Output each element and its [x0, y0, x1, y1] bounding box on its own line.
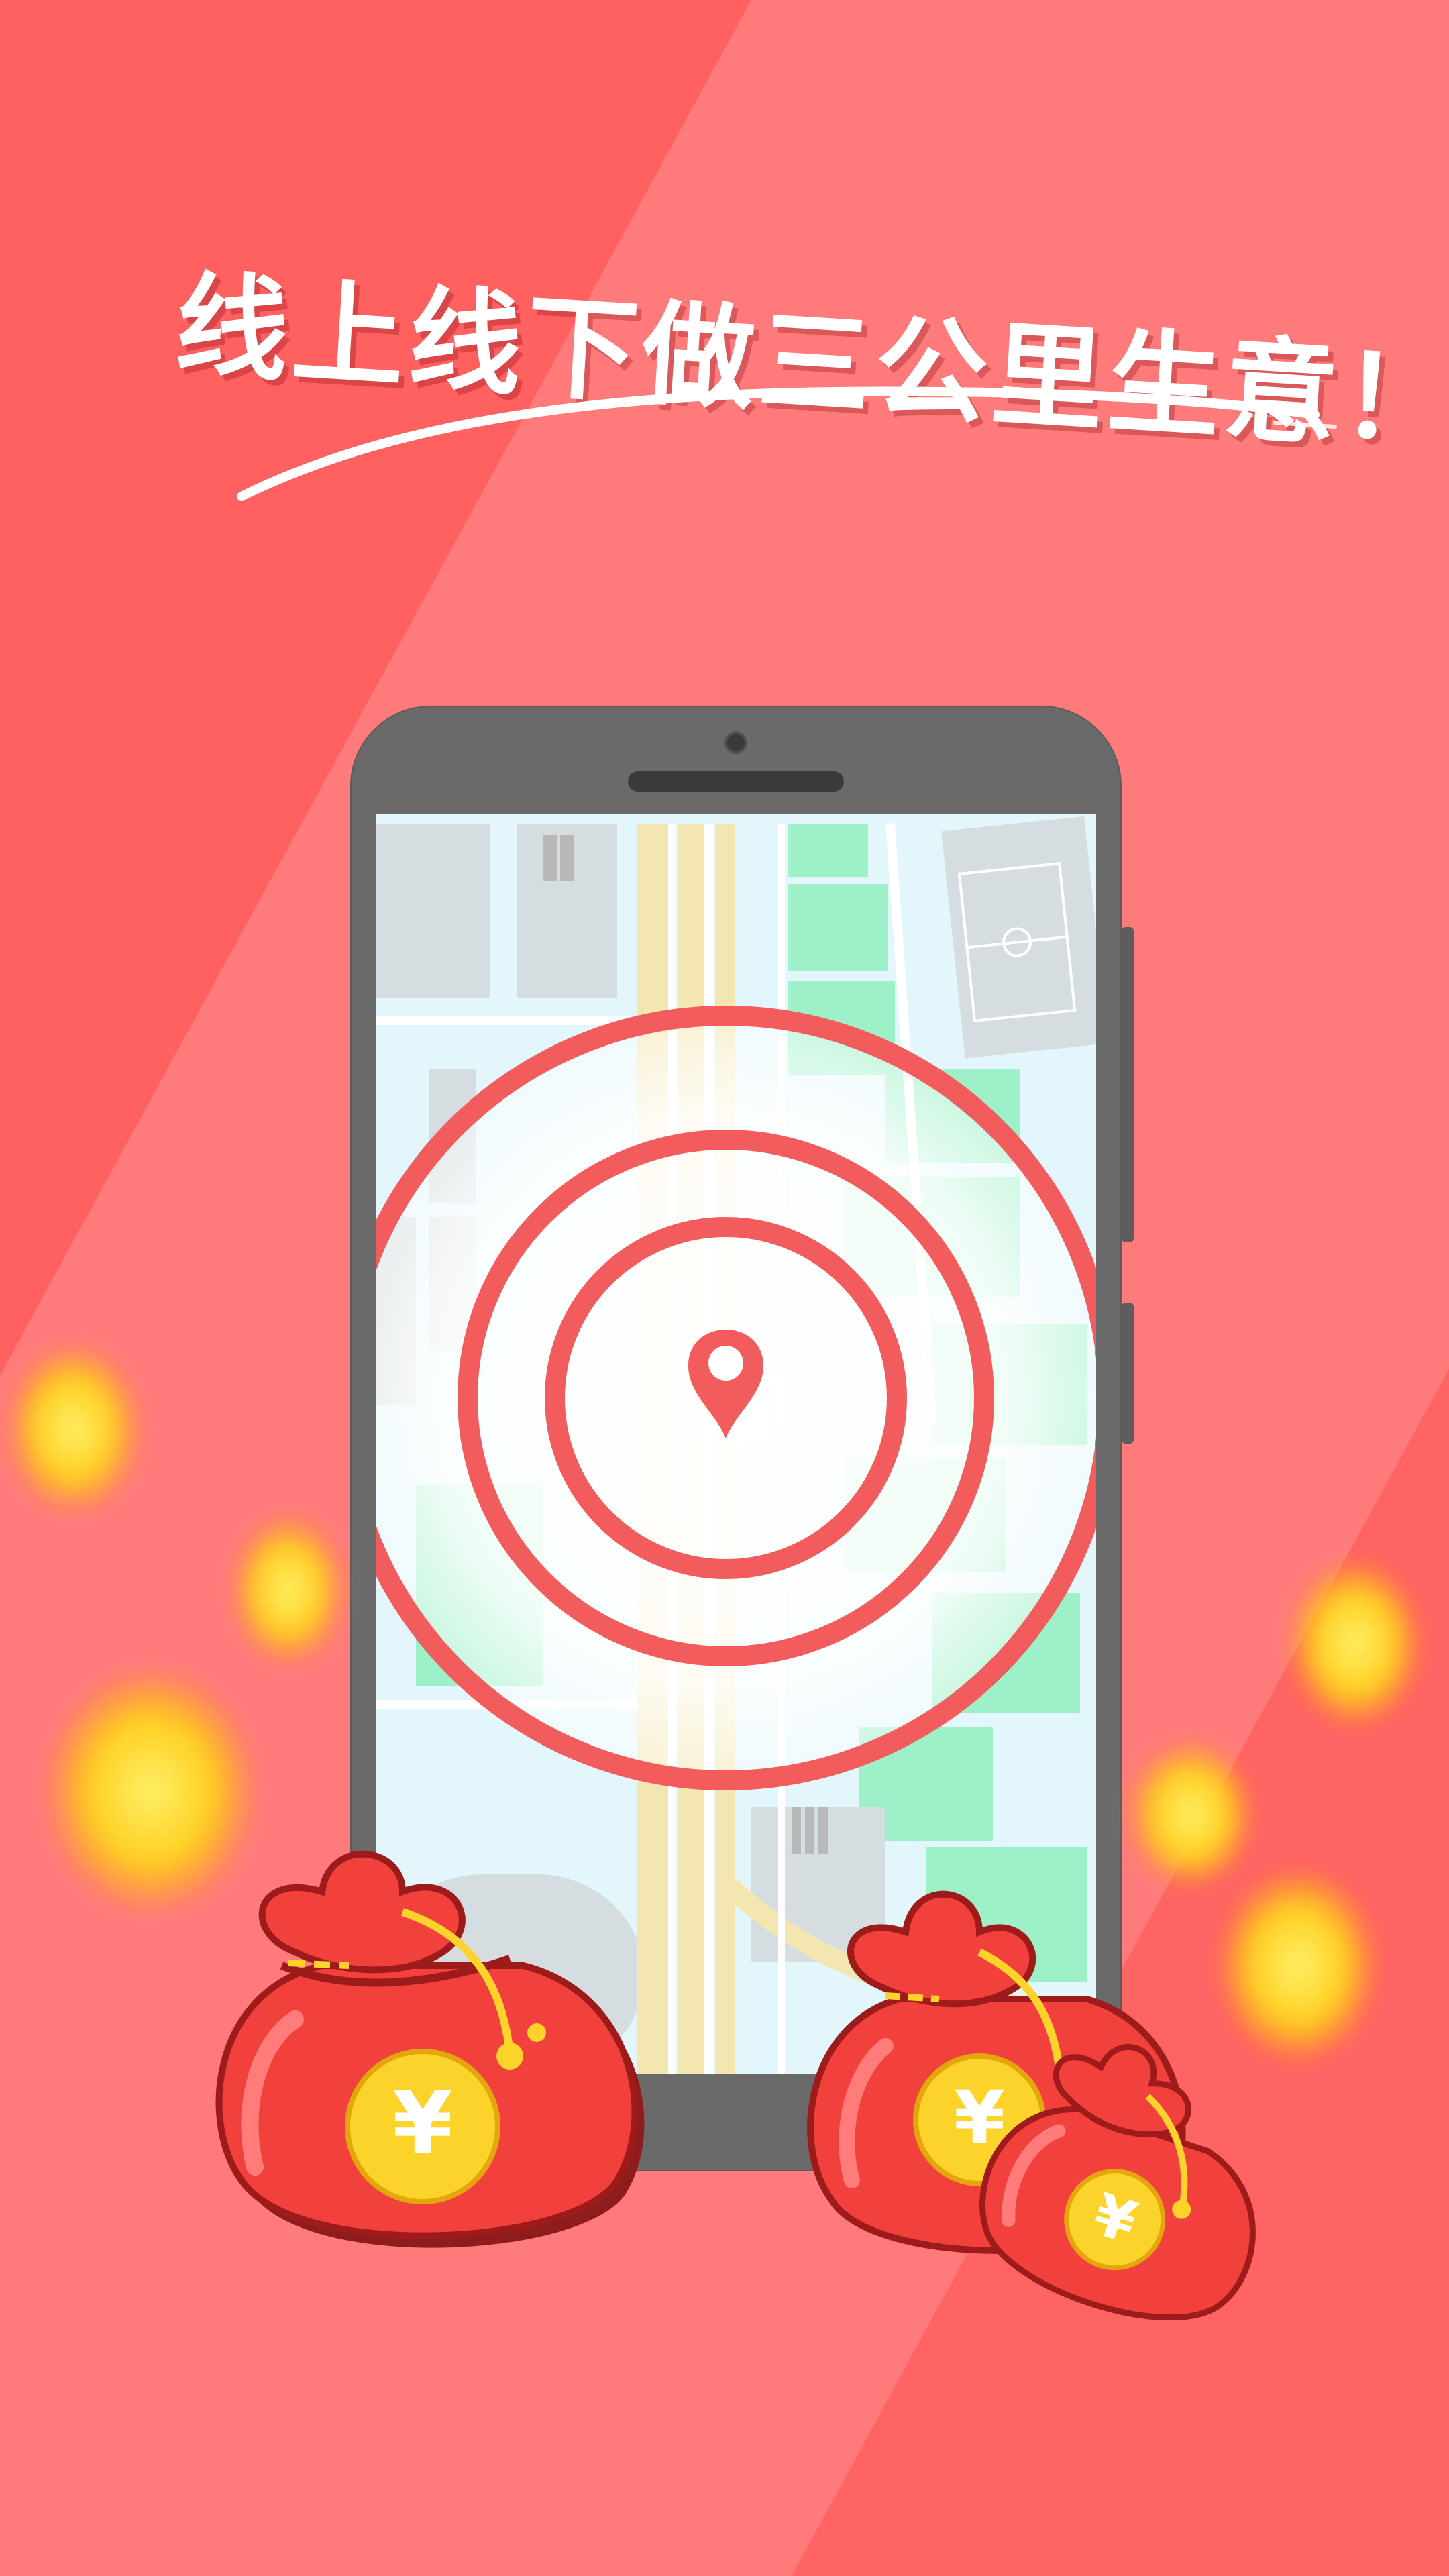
phone-mockup: [350, 706, 1134, 2171]
speaker-grille: [628, 771, 844, 792]
phone-screen: [376, 814, 1096, 2074]
volume-button: [1122, 927, 1134, 1242]
city-map: [376, 814, 1096, 2074]
power-button: [1122, 1303, 1134, 1444]
front-camera-icon: [724, 731, 747, 754]
headline-underline: [237, 386, 1337, 501]
